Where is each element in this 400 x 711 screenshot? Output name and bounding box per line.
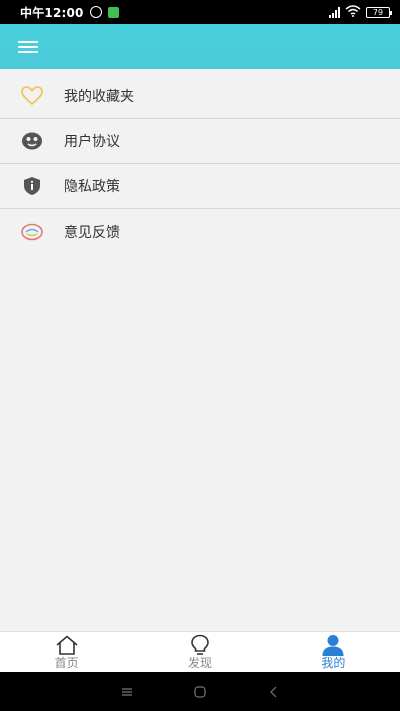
feedback-icon [20,220,44,244]
menu-item-label: 我的收藏夹 [64,89,134,105]
nav-item-mine[interactable]: 我的 [267,632,400,672]
app-header [0,24,400,69]
alarm-icon [89,6,102,18]
nav-label: 首页 [54,656,79,670]
system-nav-bar [0,672,400,711]
hamburger-menu-icon[interactable] [18,40,38,53]
nav-item-home[interactable]: 首页 [0,632,133,672]
notification-icon [107,6,119,18]
wifi-icon [345,4,361,20]
nav-label: 我的 [321,656,346,670]
menu-item-label: 意见反馈 [64,224,120,241]
signal-icon [329,6,340,18]
menu-item-user-agreement[interactable]: 用户协议 [0,119,400,164]
nav-item-discover[interactable]: 发现 [133,632,266,672]
recent-apps-icon[interactable] [120,685,134,699]
menu-item-label: 隐私政策 [64,179,120,195]
menu-item-feedback[interactable]: 意见反馈 [0,209,400,254]
lightbulb-icon [188,634,212,656]
menu-item-privacy-policy[interactable]: 隐私政策 [0,164,400,209]
back-icon[interactable] [266,685,280,699]
home-icon [55,634,79,656]
user-icon [321,634,345,656]
heart-icon [20,84,44,108]
nav-label: 发现 [187,656,212,670]
menu-item-favorites[interactable]: 我的收藏夹 [0,74,400,119]
status-bar: 中午12:00 79 [0,0,400,24]
menu-item-label: 用户协议 [64,134,120,150]
status-time: 中午12:00 [20,5,84,20]
menu-list: 我的收藏夹 用户协议 隐私政策 意见反馈 [0,74,400,254]
shield-info-icon [20,174,44,198]
home-button-icon[interactable] [193,685,207,699]
bottom-nav: 首页 发现 我的 [0,631,400,672]
agreement-icon [20,129,44,153]
battery-icon: 79 [366,6,392,18]
